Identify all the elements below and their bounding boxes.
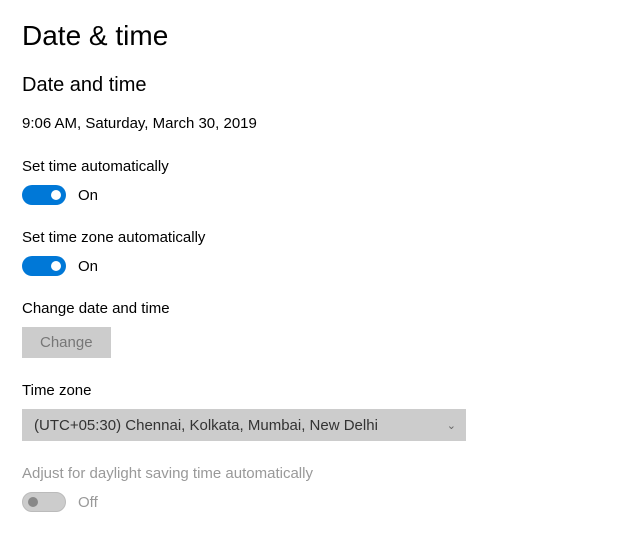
current-datetime: 9:06 AM, Saturday, March 30, 2019: [22, 115, 621, 132]
change-button[interactable]: Change: [22, 327, 111, 358]
timezone-label: Time zone: [22, 382, 621, 399]
dst-toggle: [22, 492, 66, 512]
set-time-auto-state: On: [78, 187, 98, 204]
set-tz-auto-label: Set time zone automatically: [22, 229, 621, 246]
page-title: Date & time: [22, 20, 621, 52]
dst-label: Adjust for daylight saving time automati…: [22, 465, 621, 482]
chevron-down-icon: ⌄: [447, 419, 456, 432]
timezone-dropdown[interactable]: (UTC+05:30) Chennai, Kolkata, Mumbai, Ne…: [22, 409, 466, 441]
toggle-knob: [28, 497, 38, 507]
section-date-time-title: Date and time: [22, 74, 621, 97]
timezone-selected: (UTC+05:30) Chennai, Kolkata, Mumbai, Ne…: [34, 417, 378, 434]
dst-state: Off: [78, 494, 98, 511]
set-tz-auto-state: On: [78, 258, 98, 275]
set-time-auto-toggle[interactable]: [22, 185, 66, 205]
toggle-knob: [51, 190, 61, 200]
set-tz-auto-toggle[interactable]: [22, 256, 66, 276]
change-dt-label: Change date and time: [22, 300, 621, 317]
toggle-knob: [51, 261, 61, 271]
set-time-auto-label: Set time automatically: [22, 158, 621, 175]
